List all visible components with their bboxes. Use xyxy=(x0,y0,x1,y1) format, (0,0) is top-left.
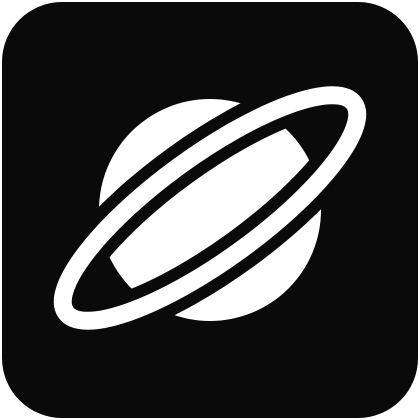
app-icon-canvas xyxy=(0,0,420,420)
planet-app-icon[interactable] xyxy=(0,0,420,420)
